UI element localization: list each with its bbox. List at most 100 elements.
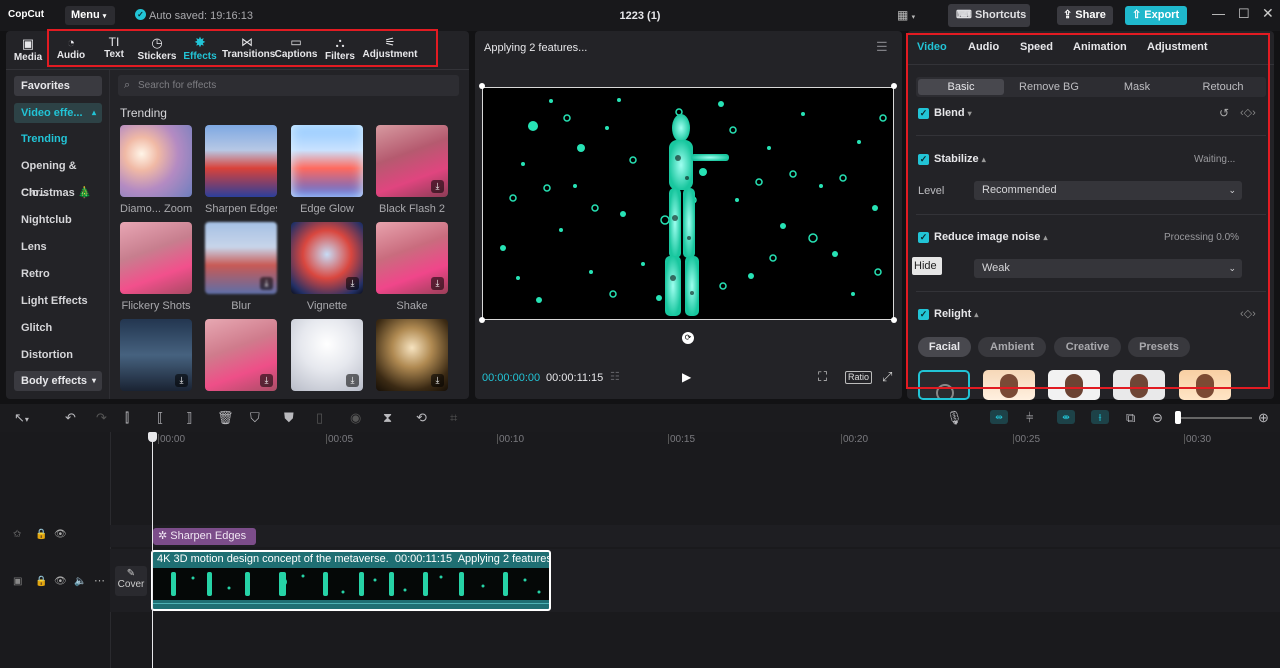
tab-audio-settings[interactable]: Audio bbox=[968, 41, 999, 53]
category-trending[interactable]: Trending bbox=[21, 126, 105, 153]
stabilize-section[interactable]: Stabilize ▴ bbox=[934, 153, 986, 165]
rotate-clip-icon[interactable]: ⟲ bbox=[416, 410, 427, 426]
effect-tile[interactable]: Sharpen Edges bbox=[205, 125, 277, 215]
redo-icon[interactable]: ↷ bbox=[96, 410, 107, 426]
subtab-mask[interactable]: Mask bbox=[1094, 79, 1180, 95]
split-right-icon[interactable]: ⟧ bbox=[186, 410, 192, 426]
effect-tile[interactable]: ⤓ bbox=[120, 319, 192, 391]
split-left-icon[interactable]: ⟦ bbox=[157, 410, 163, 426]
noise-select[interactable]: Weak ⌄ bbox=[974, 259, 1242, 278]
undo-icon[interactable]: ↶ bbox=[65, 410, 76, 426]
magnet-icon[interactable]: ⇹ bbox=[990, 410, 1008, 424]
fit-icon[interactable]: ⛶ bbox=[818, 369, 827, 385]
relight-tab-creative[interactable]: Creative bbox=[1054, 337, 1121, 357]
subtab-retouch[interactable]: Retouch bbox=[1180, 79, 1266, 95]
cover-button[interactable]: ✎ Cover bbox=[115, 566, 147, 596]
player-menu-icon[interactable]: ☰ bbox=[876, 39, 888, 55]
zoom-slider-track[interactable] bbox=[1180, 417, 1252, 419]
split-track-icon[interactable]: ⫲ bbox=[1091, 410, 1109, 424]
reduce-noise-checkbox[interactable]: ✓ bbox=[918, 232, 929, 243]
layout-icon[interactable]: ▦ ▾ bbox=[897, 8, 915, 22]
playhead[interactable] bbox=[152, 436, 153, 668]
effects-search-input[interactable]: ⌕ Search for effects bbox=[118, 75, 459, 96]
tab-audio[interactable]: ◔ Audio bbox=[50, 31, 92, 69]
corner-handle[interactable] bbox=[479, 83, 485, 89]
relight-preset[interactable] bbox=[1048, 370, 1100, 400]
tab-captions[interactable]: ▭ Captions bbox=[274, 31, 318, 69]
volume-icon[interactable]: 🔈 bbox=[74, 576, 86, 587]
eye-icon[interactable]: 👁 bbox=[54, 529, 67, 540]
level-select[interactable]: Recommended ⌄ bbox=[974, 181, 1242, 200]
subtab-remove-bg[interactable]: Remove BG bbox=[1006, 79, 1092, 95]
blend-section[interactable]: Blend ▾ bbox=[934, 107, 972, 119]
corner-handle[interactable] bbox=[479, 317, 485, 323]
keyframe-icon[interactable]: ‹◇› bbox=[1240, 106, 1256, 119]
more-icon[interactable]: ⋯ bbox=[94, 574, 105, 587]
rotate-icon[interactable]: ⟳ bbox=[682, 332, 694, 344]
close-icon[interactable]: ✕ bbox=[1262, 5, 1274, 22]
relight-tab-presets[interactable]: Presets bbox=[1128, 337, 1190, 357]
download-icon[interactable]: ⤓ bbox=[346, 374, 359, 387]
lock-icon[interactable]: 🔒 bbox=[35, 576, 47, 587]
video-effects-dropdown[interactable]: Video effe... ▴ bbox=[14, 103, 102, 123]
split-icon[interactable]: ⫿ bbox=[125, 410, 129, 426]
category-opening-closing[interactable]: Opening & Clo... bbox=[21, 153, 105, 199]
video-preview[interactable] bbox=[482, 87, 894, 320]
fullscreen-icon[interactable]: ⤢ bbox=[882, 369, 892, 385]
effect-tile[interactable]: Edge Glow bbox=[291, 125, 363, 215]
mirror-icon[interactable]: ⧗ bbox=[383, 410, 392, 426]
preview-icon[interactable]: ⧉ bbox=[1126, 410, 1135, 426]
maximize-icon[interactable]: ☐ bbox=[1238, 6, 1250, 22]
video-clip[interactable]: 4K 3D motion design concept of the metav… bbox=[151, 550, 551, 611]
zoom-out-icon[interactable]: ⊖ bbox=[1152, 410, 1163, 426]
download-icon[interactable]: ⤓ bbox=[260, 374, 273, 387]
time-ruler[interactable]: 00:00 00:05 00:10 00:15 00:20 00:25 00:3… bbox=[110, 432, 1280, 452]
shield-icon[interactable]: ⛊ bbox=[284, 410, 294, 426]
delete-icon[interactable]: 🗑 bbox=[217, 410, 234, 426]
freeze-icon[interactable]: ▯ bbox=[316, 410, 323, 426]
link-icon[interactable]: ⫩ bbox=[1026, 410, 1033, 426]
relight-section[interactable]: Relight ▴ bbox=[934, 308, 978, 320]
minimize-icon[interactable]: — bbox=[1212, 6, 1225, 21]
effect-tile[interactable]: ⤓ Blur bbox=[205, 222, 277, 312]
tab-adjustment-settings[interactable]: Adjustment bbox=[1147, 41, 1208, 53]
tab-transitions[interactable]: ⋈ Transitions bbox=[222, 31, 275, 69]
reverse-icon[interactable]: ◉ bbox=[350, 410, 361, 426]
keyframe-icon[interactable]: ‹◇› bbox=[1240, 307, 1256, 320]
tab-filters[interactable]: ⛬ Filters bbox=[319, 31, 361, 69]
zoom-in-icon[interactable]: ⊕ bbox=[1258, 410, 1269, 426]
crop-icon[interactable]: ⌗ bbox=[450, 410, 457, 426]
effect-tile[interactable]: ⤓ bbox=[376, 319, 448, 391]
relight-preset[interactable] bbox=[1113, 370, 1165, 400]
download-icon[interactable]: ⤓ bbox=[175, 374, 188, 387]
corner-handle[interactable] bbox=[891, 317, 897, 323]
relight-checkbox[interactable]: ✓ bbox=[918, 309, 929, 320]
reduce-noise-section[interactable]: Reduce image noise ▴ bbox=[934, 231, 1047, 243]
relight-tab-ambient[interactable]: Ambient bbox=[978, 337, 1046, 357]
microphone-icon[interactable]: 🎙 bbox=[946, 410, 963, 426]
download-icon[interactable]: ⤓ bbox=[346, 277, 359, 290]
subtab-basic[interactable]: Basic bbox=[918, 79, 1004, 95]
share-button[interactable]: ⇪ Share bbox=[1057, 6, 1113, 25]
category-christmas[interactable]: Christmas 🎄 bbox=[21, 180, 105, 207]
effect-tile[interactable]: Flickery Shots bbox=[120, 222, 192, 312]
category-retro[interactable]: Retro bbox=[21, 261, 105, 288]
relight-preset[interactable] bbox=[1179, 370, 1231, 400]
blend-checkbox[interactable]: ✓ bbox=[918, 108, 929, 119]
export-button[interactable]: ⇧ Export bbox=[1125, 6, 1187, 25]
relight-tab-facial[interactable]: Facial bbox=[918, 337, 971, 357]
download-icon[interactable]: ⤓ bbox=[431, 277, 444, 290]
play-icon[interactable]: ▶ bbox=[682, 370, 691, 384]
effect-tile[interactable]: ⤓ Shake bbox=[376, 222, 448, 312]
category-distortion[interactable]: Distortion bbox=[21, 342, 105, 369]
reset-icon[interactable]: ↺ bbox=[1219, 106, 1229, 120]
effect-tile[interactable]: ⤓ Vignette bbox=[291, 222, 363, 312]
corner-handle[interactable] bbox=[891, 83, 897, 89]
lock-icon[interactable]: 🔒 bbox=[35, 529, 47, 540]
tab-effects[interactable]: ✸ Effects bbox=[179, 31, 221, 69]
effect-tile[interactable]: ⤓ Black Flash 2 bbox=[376, 125, 448, 215]
tab-animation[interactable]: Animation bbox=[1073, 41, 1127, 53]
relight-none-option[interactable] bbox=[918, 370, 970, 400]
category-glitch[interactable]: Glitch bbox=[21, 315, 105, 342]
effect-tile[interactable]: ⤓ bbox=[291, 319, 363, 391]
